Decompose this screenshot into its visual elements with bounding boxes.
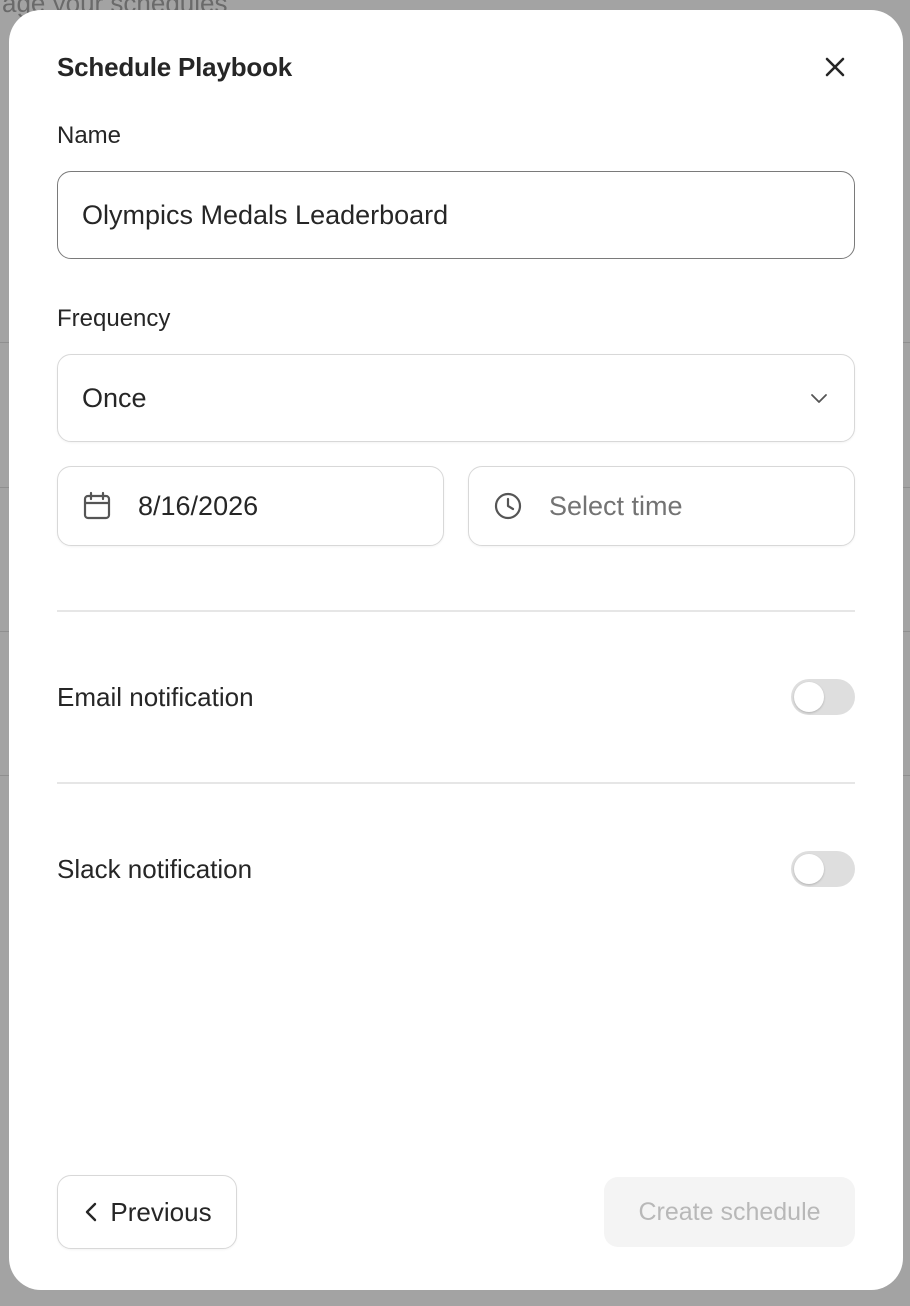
create-schedule-button[interactable]: Create schedule [604, 1177, 855, 1247]
close-button[interactable] [817, 52, 853, 82]
calendar-icon [82, 491, 112, 521]
email-notification-label: Email notification [57, 682, 254, 712]
frequency-label: Frequency [57, 305, 171, 332]
toggle-knob [794, 854, 824, 884]
close-icon [825, 57, 845, 77]
section-divider [57, 610, 855, 612]
toggle-knob [794, 682, 824, 712]
slack-notification-label: Slack notification [57, 854, 253, 884]
time-placeholder: Select time [549, 490, 683, 521]
frequency-select[interactable]: Once [57, 354, 855, 442]
chevron-down-icon [811, 394, 827, 403]
previous-label: Previous [110, 1196, 212, 1227]
section-divider [57, 782, 855, 784]
previous-button[interactable]: Previous [57, 1175, 237, 1249]
slack-notification-toggle[interactable] [791, 851, 855, 887]
frequency-value: Once [82, 382, 147, 413]
name-input[interactable] [57, 171, 855, 259]
dialog-title: Schedule Playbook [57, 52, 293, 82]
schedule-playbook-dialog: Schedule Playbook Name Frequency Once 8/… [9, 10, 903, 1290]
time-picker[interactable]: Select time [468, 466, 855, 546]
clock-icon [493, 491, 523, 521]
email-notification-toggle[interactable] [791, 679, 855, 715]
date-picker[interactable]: 8/16/2026 [57, 466, 444, 546]
name-label: Name [57, 122, 122, 149]
chevron-left-icon [86, 1202, 97, 1222]
date-value: 8/16/2026 [138, 490, 259, 521]
